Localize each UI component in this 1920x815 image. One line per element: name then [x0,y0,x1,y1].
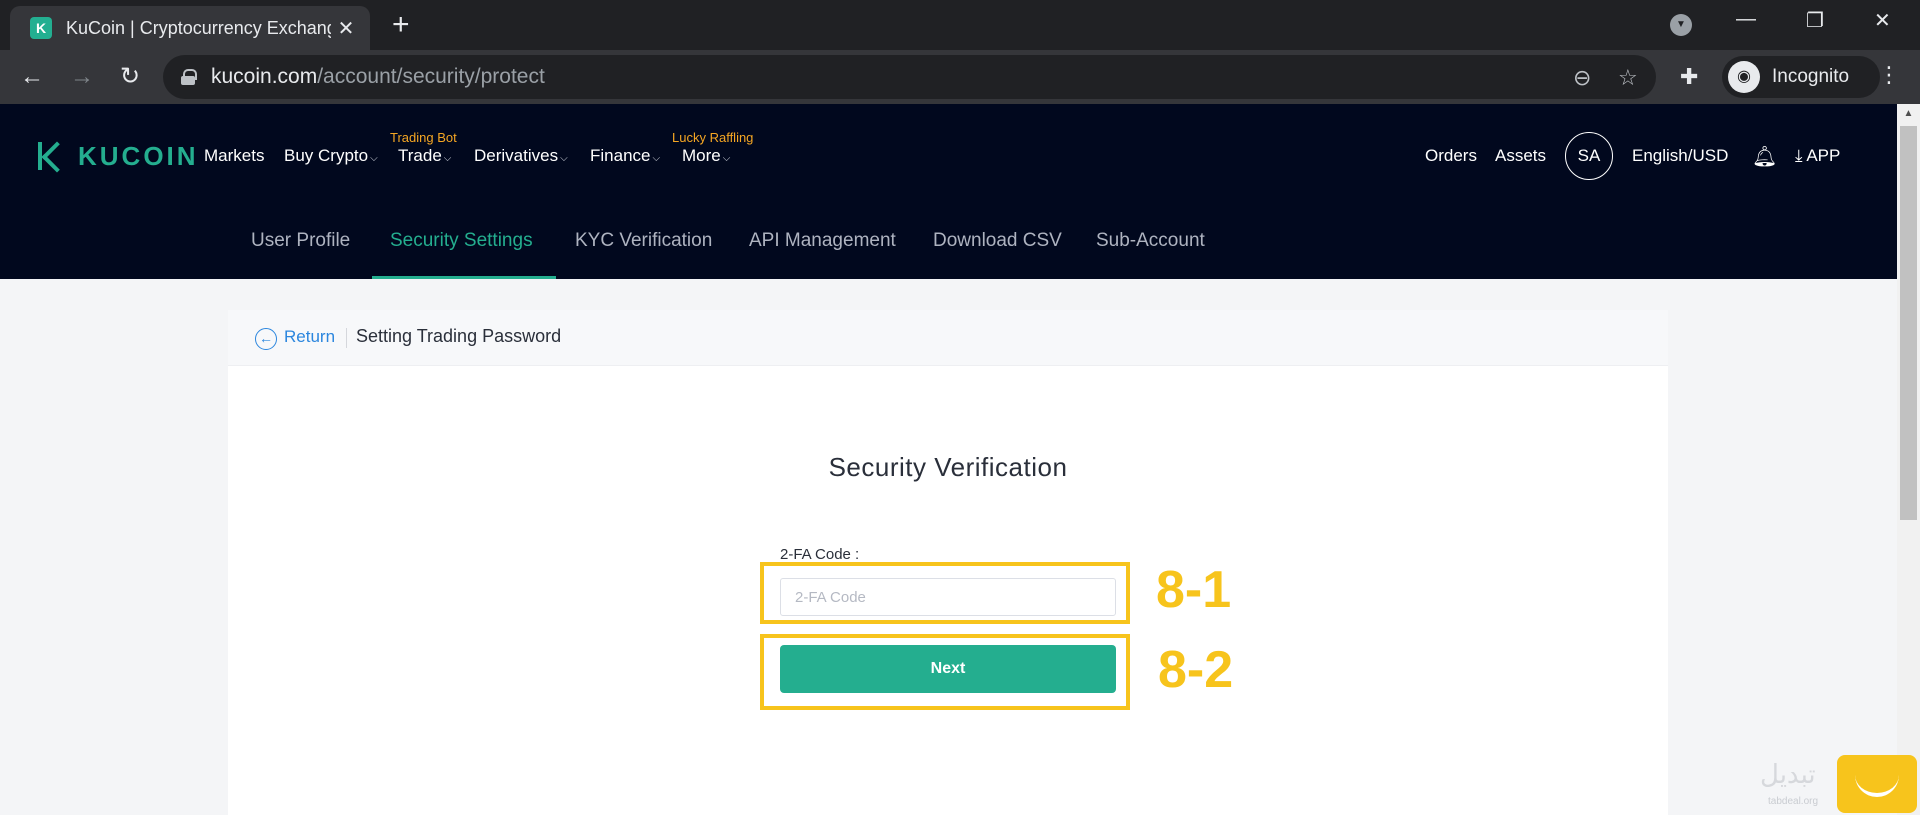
kucoin-logo[interactable]: KUCOIN [36,140,199,172]
site-header: KUCOIN Markets Buy Crypto ⌵ Trading Bot T… [0,104,1897,279]
twofa-label: 2-FA Code : [780,546,860,563]
nav-trade[interactable]: Trade ⌵ [398,146,451,166]
kucoin-favicon-icon: K [30,17,52,39]
tab-download-csv[interactable]: Download CSV [933,230,1062,252]
incognito-icon: ◉ [1728,61,1760,93]
tab-sub-account[interactable]: Sub-Account [1096,230,1205,252]
nav-label: Trade [398,146,442,165]
section-title: Security Verification [828,452,1068,482]
forward-arrow-icon[interactable]: → [66,61,98,93]
header-divider [346,328,347,348]
reload-icon[interactable]: ↻ [114,61,146,93]
nav-label: Finance [590,146,651,165]
nav-label: More [682,146,721,165]
chevron-down-icon: ⌵ [560,153,568,164]
nav-derivatives[interactable]: Derivatives ⌵ [474,146,568,166]
nav-label: Derivatives [474,146,559,165]
chevron-down-icon: ⌵ [370,153,378,164]
promo-lucky-raffling: Lucky Raffling [672,130,754,145]
tab-search-icon[interactable]: ▼ [1670,14,1692,36]
active-tab-underline [372,276,556,279]
page-title: Setting Trading Password [356,326,562,346]
browser-menu-icon[interactable]: ⋮ [1878,62,1900,88]
smile-icon [1855,775,1899,797]
scroll-up-arrow-icon[interactable]: ▲ [1897,108,1920,119]
url-text[interactable]: kucoin.com/account/security/protect [211,65,545,89]
address-bar[interactable]: kucoin.com/account/security/protect ⊖ ☆ [163,55,1656,99]
tab-user-profile[interactable]: User Profile [251,230,350,252]
annotation-label-button: 8-2 [1158,641,1234,699]
lock-icon[interactable] [181,69,197,85]
minimize-icon[interactable]: — [1736,8,1756,31]
nav-label: Buy Crypto [284,146,369,165]
back-circle-icon[interactable]: ← [255,328,277,350]
browser-toolbar: ← → ↻ kucoin.com/account/security/protec… [0,50,1920,104]
tab-title: KuCoin | Cryptocurrency Exchange [66,17,331,38]
url-domain: kucoin.com [211,65,318,88]
nav-assets[interactable]: Assets [1495,146,1546,166]
chevron-down-icon: ⌵ [652,153,661,164]
page-scrollbar[interactable]: ▲ [1897,104,1920,815]
watermark-subtext: tabdeal.org [1768,796,1819,807]
tab-api-management[interactable]: API Management [749,230,896,252]
avatar[interactable]: SA [1565,132,1613,180]
annotation-box-input [760,562,1130,624]
browser-tabbar: K KuCoin | Cryptocurrency Exchange ✕ + ▼… [0,0,1920,50]
return-link[interactable]: Return [284,327,335,347]
annotation-label-input: 8-1 [1156,561,1232,619]
bell-icon[interactable]: 🔔︎ [1752,144,1777,169]
download-icon: ⤓ [1795,146,1807,165]
incognito-badge[interactable]: ◉ Incognito [1722,56,1880,98]
scroll-thumb[interactable] [1900,126,1917,520]
logo-text: KUCOIN [78,140,199,171]
tab-security-settings[interactable]: Security Settings [390,230,533,252]
nav-label: Markets [204,146,265,165]
url-path: /account/security/protect [317,65,545,88]
tab-kyc-verification[interactable]: KYC Verification [575,230,712,252]
window-close-icon[interactable]: ✕ [1874,8,1891,33]
back-arrow-icon[interactable]: ← [16,61,48,93]
nav-finance[interactable]: Finance ⌵ [590,146,660,166]
nav-buy-crypto[interactable]: Buy Crypto ⌵ [284,146,378,166]
nav-orders[interactable]: Orders [1425,146,1477,166]
kucoin-logo-icon [36,140,68,172]
nav-markets[interactable]: Markets [204,146,264,166]
watermark-logo-icon [1837,755,1917,813]
card-header: ← Return Setting Trading Password [228,310,1668,366]
chevron-down-icon: ⌵ [443,153,452,164]
promo-trading-bot: Trading Bot [390,130,457,145]
restore-icon[interactable]: ❐ [1806,8,1824,33]
locale-selector[interactable]: English/USD [1632,146,1728,166]
app-label: APP [1806,146,1841,165]
chevron-down-icon: ⌵ [722,153,731,164]
app-download[interactable]: ⤓ APP [1795,146,1840,166]
tab-close-icon[interactable]: ✕ [334,16,358,41]
bookmark-star-icon[interactable]: ☆ [1618,65,1638,91]
new-tab-icon[interactable]: + [392,10,410,40]
browser-tab[interactable]: K KuCoin | Cryptocurrency Exchange ✕ [10,6,370,50]
extensions-puzzle-icon[interactable]: ✚ [1680,64,1698,90]
nav-more[interactable]: More ⌵ [682,146,730,166]
incognito-label: Incognito [1772,66,1850,87]
watermark-text: تبدیل [1760,760,1816,790]
annotation-box-button [760,634,1130,710]
zoom-icon[interactable]: ⊖ [1573,65,1591,91]
